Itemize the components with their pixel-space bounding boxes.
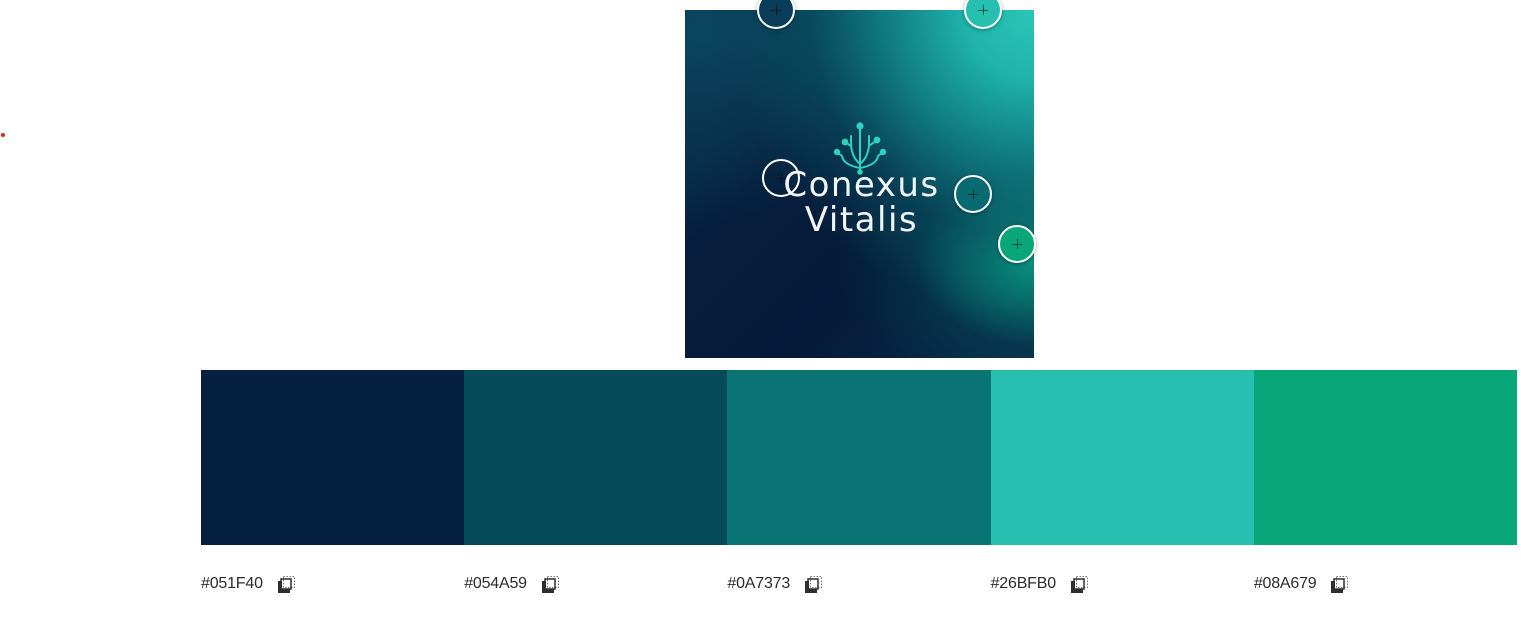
hex-code-label: #26BFB0 <box>990 575 1057 592</box>
plus-icon <box>1012 239 1022 249</box>
plus-icon <box>771 5 781 15</box>
hex-cell-3: #0A7373 <box>727 572 990 596</box>
swatch-2[interactable] <box>464 370 728 545</box>
hex-cell-4: #26BFB0 <box>991 572 1254 596</box>
swatch-3[interactable] <box>727 370 991 545</box>
copy-icon[interactable] <box>541 575 560 594</box>
swatch-4[interactable] <box>990 370 1254 545</box>
hex-code-label: #08A679 <box>1253 575 1317 592</box>
hex-code-label: #051F40 <box>201 575 263 592</box>
swatch-5[interactable] <box>1253 370 1518 545</box>
plus-icon <box>776 173 786 183</box>
source-image-frame: Conexus Vitalis <box>685 0 1036 358</box>
hex-code-label: #0A7373 <box>727 575 791 592</box>
color-picker-handle-3[interactable] <box>954 175 992 213</box>
hex-cell-2: #054A59 <box>464 572 727 596</box>
hex-cell-1: #051F40 <box>201 572 464 596</box>
palette-swatches <box>201 370 1518 545</box>
hex-cell-5: #08A679 <box>1254 572 1517 596</box>
plus-icon <box>978 5 988 15</box>
swatch-1[interactable] <box>201 370 465 545</box>
plus-icon <box>968 189 978 199</box>
palette-hex-codes: #051F40 #054A59 #0A7373 #26BFB0 #08A679 <box>201 572 1517 596</box>
copy-icon[interactable] <box>277 575 296 594</box>
copy-icon[interactable] <box>1330 575 1349 594</box>
color-picker-handle-5[interactable] <box>998 225 1036 263</box>
hex-code-label: #054A59 <box>464 575 527 592</box>
copy-icon[interactable] <box>1070 575 1089 594</box>
marker-dot <box>1 133 5 137</box>
copy-icon[interactable] <box>804 575 823 594</box>
color-picker-handle-2[interactable] <box>762 159 800 197</box>
